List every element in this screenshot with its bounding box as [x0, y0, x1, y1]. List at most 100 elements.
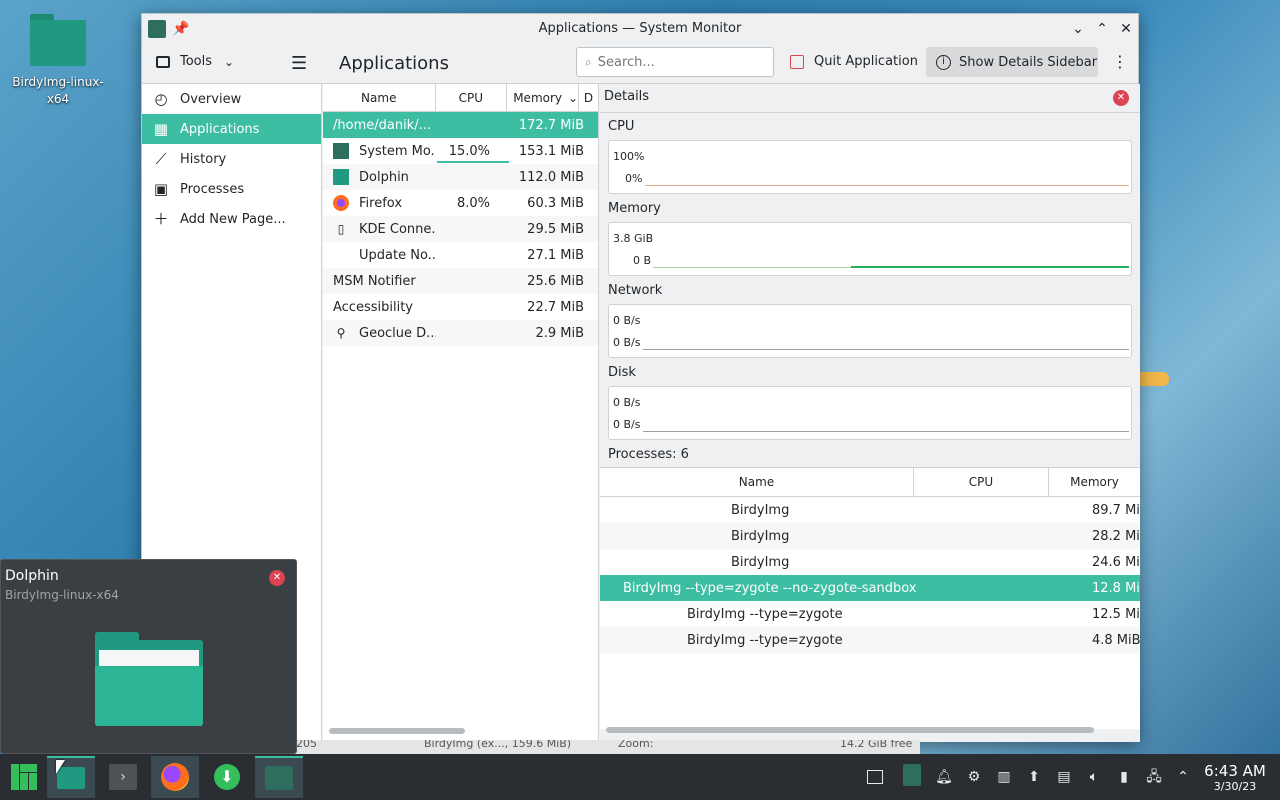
manjaro-logo-icon: [11, 764, 37, 790]
process-name: BirdyImg: [731, 554, 790, 570]
update-icon[interactable]: ⬆: [1025, 768, 1043, 786]
popup-title: Dolphin: [5, 568, 59, 584]
process-row[interactable]: BirdyImg --type=zygote 4.8 MiB: [600, 627, 1140, 653]
table-row[interactable]: Accessibility 22.7 MiB: [323, 294, 598, 320]
status-text-3: Zoom:: [618, 740, 654, 750]
process-row[interactable]: BirdyImg --type=zygote --no-zygote-sandb…: [600, 575, 1140, 601]
minimize-icon[interactable]: ⌄: [1070, 21, 1086, 37]
desktop-icon-birdyimg[interactable]: BirdyImg-linux- x64: [8, 10, 108, 108]
table-row[interactable]: ▯ KDE Conne... 29.5 MiB: [323, 216, 598, 242]
process-name: BirdyImg --type=zygote: [687, 632, 843, 648]
quit-icon: [790, 54, 804, 69]
quit-application-button[interactable]: Quit Application: [790, 54, 918, 69]
taskbar-system-monitor[interactable]: [255, 756, 303, 798]
application-launcher[interactable]: [0, 756, 48, 798]
table-row[interactable]: MSM Notifier 25.6 MiB: [323, 268, 598, 294]
tools-menu-button[interactable]: Tools ⌄: [156, 54, 234, 69]
search-field[interactable]: ⌕: [576, 47, 774, 77]
app-name-cell: /home/danik/...: [323, 118, 436, 133]
firefox-icon: [333, 195, 349, 211]
table-row[interactable]: /home/danik/... 172.7 MiB: [323, 112, 598, 138]
search-input[interactable]: [597, 54, 758, 70]
processes-count-label: Processes: 6: [608, 447, 689, 462]
processes-header: Name CPU Memory: [600, 467, 1140, 497]
kde-connect-icon[interactable]: ⚙︎: [965, 768, 983, 786]
volume-icon[interactable]: 🔈︎: [1085, 768, 1103, 786]
digital-clock[interactable]: 6:43 AM 3/30/23: [1202, 762, 1268, 794]
column-d[interactable]: D: [579, 84, 598, 111]
more-options-icon[interactable]: ⋮: [1112, 52, 1128, 71]
grid-icon: ▦: [153, 120, 169, 138]
process-row[interactable]: BirdyImg 24.6 MiB: [600, 549, 1140, 575]
network-icon[interactable]: 🖧︎: [1145, 768, 1163, 786]
close-details-icon[interactable]: ✕: [1113, 90, 1129, 106]
taskbar-software-updater[interactable]: ⬇: [203, 756, 251, 798]
table-row[interactable]: Firefox 8.0% 60.3 MiB: [323, 190, 598, 216]
sidebar-item-history[interactable]: ⟋ History: [142, 144, 321, 174]
process-row[interactable]: BirdyImg --type=zygote 12.5 MiB: [600, 601, 1140, 627]
disk-graph: 0 B/s 0 B/s: [608, 386, 1132, 440]
column-cpu[interactable]: CPU: [436, 84, 508, 111]
process-row[interactable]: BirdyImg 89.7 MiB: [600, 497, 1140, 523]
taskbar-dolphin[interactable]: [47, 756, 95, 798]
process-name: BirdyImg --type=zygote --no-zygote-sandb…: [623, 580, 917, 596]
terminal-icon: ▣: [153, 180, 169, 198]
quit-label: Quit Application: [814, 54, 918, 69]
process-memory: 24.6 MiB: [1092, 554, 1140, 570]
table-row[interactable]: ⚲ Geoclue D... 2.9 MiB: [323, 320, 598, 346]
table-row[interactable]: Update No... 27.1 MiB: [323, 242, 598, 268]
close-icon[interactable]: ✕: [269, 570, 285, 586]
proc-column-memory[interactable]: Memory: [1049, 468, 1140, 496]
firefox-icon: [161, 763, 189, 791]
mouse-cursor: [56, 760, 65, 774]
memory-min-label: 0 B: [633, 254, 652, 267]
horizontal-scrollbar[interactable]: [329, 728, 465, 734]
maximize-icon[interactable]: ⌃: [1094, 21, 1110, 37]
proc-column-cpu[interactable]: CPU: [914, 468, 1049, 496]
details-title: Details: [604, 89, 650, 104]
clipboard-icon[interactable]: ▥: [995, 768, 1013, 786]
search-icon: ⌕: [585, 54, 592, 69]
network-section-label: Network: [608, 283, 663, 298]
proc-column-name[interactable]: Name: [600, 468, 914, 496]
hamburger-menu-icon[interactable]: ☰: [291, 53, 307, 74]
title-bar[interactable]: 📌 Applications — System Monitor ⌄ ⌃ ✕: [142, 14, 1138, 44]
toolbox-icon: [156, 55, 170, 68]
battery-icon[interactable]: ▮: [1115, 768, 1133, 786]
app-name-cell: Update No...: [323, 247, 436, 263]
expand-tray-icon[interactable]: ⌃: [1174, 768, 1192, 786]
details-sidebar: Details ✕ CPU 100% 0% Memory 3.8 GiB 0 B…: [600, 84, 1140, 742]
notifications-icon[interactable]: 🔔︎: [935, 768, 953, 786]
proc-horizontal-scrollbar[interactable]: [606, 727, 1094, 733]
table-row[interactable]: System Mo... 15.0% 153.1 MiB: [323, 138, 598, 164]
column-name[interactable]: Name: [323, 84, 436, 111]
sidebar-item-applications[interactable]: ▦ Applications: [142, 114, 321, 144]
taskbar: › ⬇ 🔔︎ ⚙︎ ▥ ⬆ ▤ 🔈︎ ▮ 🖧︎ ⌃ 6:43 AM 3/30/2…: [0, 754, 1280, 800]
sidebar-item-processes[interactable]: ▣ Processes: [142, 174, 321, 204]
system-monitor-tray-icon[interactable]: [903, 764, 921, 786]
show-details-sidebar-button[interactable]: i Show Details Sidebar: [926, 47, 1098, 77]
status-text-4: 14.2 GiB free: [840, 740, 913, 750]
app-memory-cell: 153.1 MiB: [518, 143, 584, 159]
download-icon: ⬇: [214, 764, 240, 790]
table-header: Name CPU Memory ⌄ D: [323, 84, 598, 112]
sidebar-item-overview[interactable]: ◴ Overview: [142, 84, 321, 114]
column-memory[interactable]: Memory ⌄: [507, 84, 580, 111]
sidebar-item-add-page[interactable]: ＋ Add New Page...: [142, 204, 321, 234]
app-memory-cell: 22.7 MiB: [527, 299, 584, 315]
app-name-cell: Accessibility: [323, 300, 436, 315]
printer-icon[interactable]: ▤: [1055, 768, 1073, 786]
app-memory-cell: 27.1 MiB: [527, 247, 584, 263]
taskbar-firefox[interactable]: [151, 756, 199, 798]
toolbar: Tools ⌄ ☰ Applications ⌕ Quit Applicatio…: [142, 44, 1138, 84]
close-icon[interactable]: ✕: [1118, 21, 1134, 37]
cpu-section-label: CPU: [608, 119, 635, 134]
terminal-icon: ›: [109, 764, 137, 790]
process-row[interactable]: BirdyImg 28.2 MiB: [600, 523, 1140, 549]
show-desktop-icon[interactable]: [867, 770, 883, 784]
table-row[interactable]: Dolphin 112.0 MiB: [323, 164, 598, 190]
plus-icon: ＋: [153, 210, 169, 228]
processes-table: Name CPU Memory BirdyImg89.7 MiBBirdyImg…: [600, 467, 1140, 733]
task-preview-popup[interactable]: Dolphin BirdyImg-linux-x64 ✕: [0, 559, 297, 754]
taskbar-terminal[interactable]: ›: [99, 756, 147, 798]
